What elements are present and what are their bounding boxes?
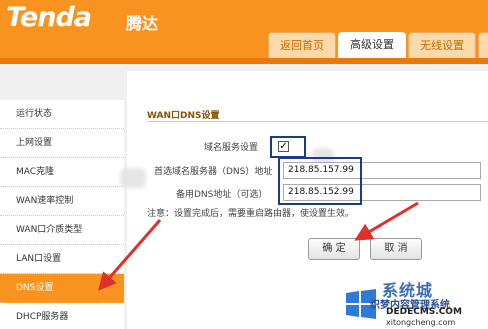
- watermark-line3: xitongcheng.com: [386, 318, 456, 327]
- watermark-line2: DEDECMS.COM: [386, 307, 462, 317]
- arrow-to-confirm-button: [354, 201, 419, 241]
- arrow-to-dns-menu: [98, 219, 162, 291]
